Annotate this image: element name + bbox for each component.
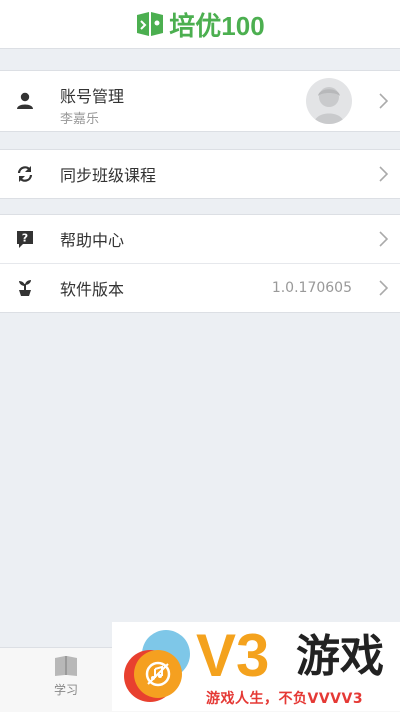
software-version-label: 软件版本: [60, 280, 125, 299]
book-logo-icon: [137, 12, 164, 36]
sync-icon: [14, 163, 36, 185]
person-icon: [14, 90, 36, 112]
avatar[interactable]: [306, 78, 352, 124]
sync-group: 同步班级课程: [0, 149, 400, 199]
software-version-value: 1.0.170605: [271, 280, 352, 296]
account-management-label: 账号管理: [60, 87, 125, 106]
chevron-right-icon: [379, 166, 388, 182]
account-management-row[interactable]: 账号管理 李嘉乐: [0, 71, 400, 131]
tab-study[interactable]: 学习: [40, 654, 92, 706]
help-center-label: 帮助中心: [60, 231, 125, 250]
info-group: ? 帮助中心 软件版本 1.0.170605: [0, 214, 400, 313]
v3-brand-text: V3: [196, 622, 270, 689]
chevron-right-icon: [379, 93, 388, 109]
svg-text:?: ?: [22, 232, 28, 245]
account-username: 李嘉乐: [60, 112, 100, 127]
book-icon: [55, 656, 77, 676]
chevron-right-icon: [379, 231, 388, 247]
v3-title-text: 游戏: [296, 631, 384, 682]
v3-slogan-text: 游戏人生，不负VVVV3: [206, 691, 364, 707]
help-center-row[interactable]: ? 帮助中心: [0, 215, 400, 263]
chevron-right-icon: [379, 280, 388, 296]
v3-logo-icon: [124, 630, 190, 702]
app-logo-text: 培优100: [169, 10, 265, 41]
app-header: 培优100: [0, 0, 400, 49]
sync-class-courses-label: 同步班级课程: [60, 166, 157, 185]
plant-icon: [14, 277, 36, 299]
help-icon: ?: [14, 228, 36, 250]
app-logo: 培优100: [135, 6, 265, 43]
sync-class-courses-row[interactable]: 同步班级课程: [0, 150, 400, 198]
tab-study-label: 学习: [53, 683, 78, 697]
account-group: 账号管理 李嘉乐: [0, 70, 400, 132]
v3-game-watermark: V3 游戏 游戏人生，不负VVVV3: [112, 622, 400, 711]
software-version-row[interactable]: 软件版本 1.0.170605: [0, 263, 400, 312]
